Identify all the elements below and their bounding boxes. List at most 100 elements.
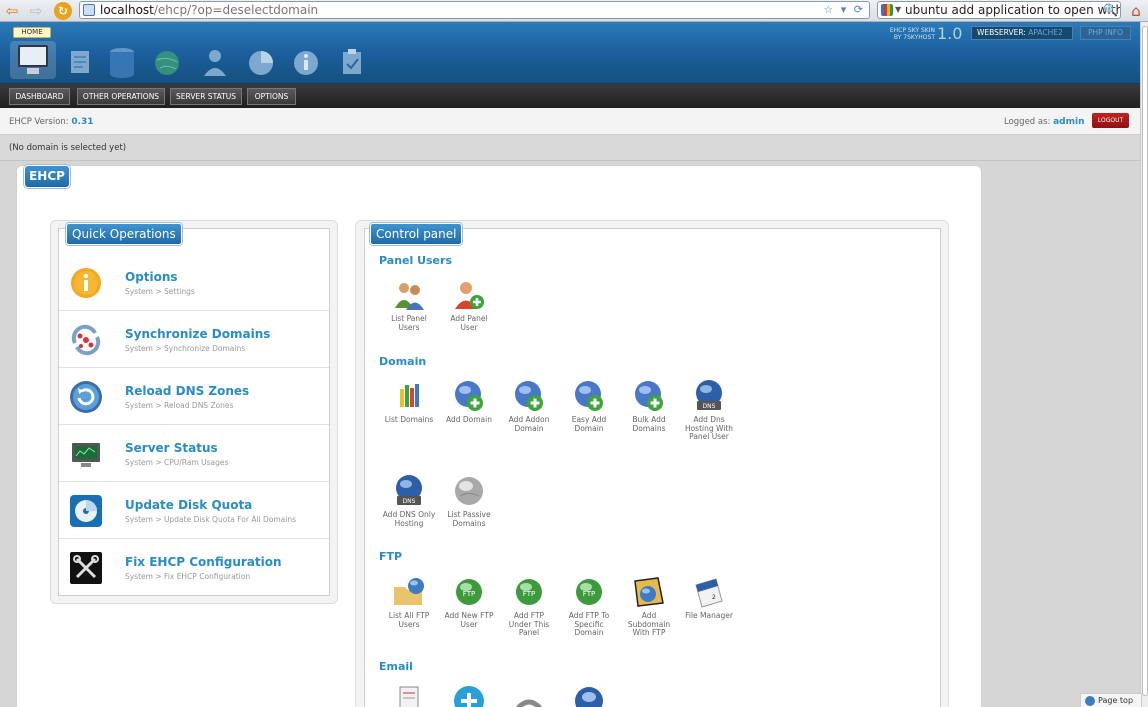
document-icon [399, 686, 419, 707]
quick-op-server-status[interactable]: Server Status System > CPU/Ram Usages [59, 425, 329, 482]
mail-user-icon [575, 687, 603, 707]
arrow-up-icon [1085, 696, 1095, 706]
easy-add-domain[interactable]: Easy Add Domain [559, 379, 619, 433]
forward-arrow-icon[interactable]: ⇨ [27, 2, 45, 20]
browser-toolbar: ⇦ ⇨ ↻ localhost/ehcp/?op=deselectdomain … [0, 0, 1148, 22]
menu-other-operations[interactable]: OTHER OPERATIONS [77, 88, 165, 105]
home-label: HOME [13, 27, 51, 38]
search-icon[interactable]: 🔍 [1103, 2, 1118, 18]
file-manager-icon: 2 [695, 578, 723, 608]
disk-icon [70, 495, 102, 527]
globe-add-icon [575, 381, 603, 411]
reload-icon [70, 381, 102, 413]
reload-icon[interactable]: ↻ [54, 2, 72, 20]
add-subdomain-with-ftp[interactable]: Add Subdomain With FTP [619, 575, 679, 638]
dns-globe-icon: DNS [696, 380, 722, 410]
email-item-4[interactable] [559, 684, 619, 707]
ftp-globe-icon: FTP [516, 579, 542, 605]
folder-globe-icon [634, 577, 664, 607]
php-info-button[interactable]: PHP INFO [1080, 26, 1131, 40]
grey-globe-icon [455, 477, 483, 505]
list-icon [400, 384, 419, 407]
email-item-1[interactable] [379, 684, 439, 707]
tools-icon [70, 552, 102, 584]
add-ftp-to-specific-domain[interactable]: FTP Add FTP To Specific Domain [559, 575, 619, 638]
database-icon[interactable] [107, 46, 137, 78]
webserver-badge: WEBSERVER: APACHE2 [971, 26, 1073, 40]
home-icon[interactable]: ⌂ [1127, 2, 1145, 20]
scrollbar[interactable] [1140, 22, 1148, 707]
app-header: HOME EHCP SKY SKIN BY 7SKYHOST 1.0 WEBSER… [0, 22, 1140, 84]
ftp-globe-icon: FTP [456, 579, 482, 605]
back-arrow-icon[interactable]: ⇦ [3, 2, 21, 20]
file-manager[interactable]: 2 File Manager [679, 575, 739, 621]
menu-server-status[interactable]: SERVER STATUS [170, 88, 242, 105]
add-dns-hosting-with-panel-user[interactable]: DNS Add Dns Hosting With Panel User [679, 379, 739, 442]
ftp-globe-icon: FTP [576, 579, 602, 605]
section-domain: Domain [379, 355, 427, 368]
globe-add-icon [515, 381, 543, 411]
search-text: ubuntu add application to open with menu [905, 3, 1121, 17]
svg-text:FTP: FTP [523, 590, 535, 598]
globe-add-icon [635, 381, 663, 411]
skin-credit: EHCP SKY SKIN BY 7SKYHOST [889, 27, 935, 41]
bookmark-star-icon[interactable]: ☆ ▾ ⟳ [823, 2, 865, 18]
skin-version: 1.0 [937, 24, 963, 43]
quick-op-synchronize-domains[interactable]: Synchronize Domains System > Synchronize… [59, 311, 329, 368]
user-icon[interactable] [200, 46, 230, 78]
folder-globe-icon [394, 578, 424, 605]
quick-op-update-disk-quota[interactable]: Update Disk Quota System > Update Disk Q… [59, 482, 329, 539]
info-icon[interactable] [291, 46, 321, 78]
favicon-icon [83, 4, 95, 16]
add-panel-user[interactable]: Add Panel User [439, 278, 499, 332]
globe-icon[interactable] [152, 46, 182, 78]
section-ftp: FTP [379, 550, 403, 563]
users-icon [395, 283, 424, 310]
email-item-2[interactable] [439, 684, 499, 707]
monitor-icon [18, 45, 48, 67]
chevron-down-icon[interactable]: ▼ [895, 2, 901, 18]
email-item-3[interactable] [499, 684, 559, 707]
address-bar[interactable]: localhost/ehcp/?op=deselectdomain ☆ ▾ ⟳ [79, 1, 870, 19]
quick-op-options[interactable]: Options System > Settings [59, 254, 329, 311]
quick-op-fix-ehcp-configuration[interactable]: Fix EHCP Configuration System > Fix EHCP… [59, 539, 329, 596]
pie-chart-icon[interactable] [246, 46, 276, 78]
document-icon[interactable] [65, 46, 95, 78]
info-icon [71, 268, 101, 298]
add-addon-domain[interactable]: Add Addon Domain [499, 379, 559, 433]
home-monitor-button[interactable] [10, 41, 56, 79]
link-icon [516, 699, 542, 707]
control-panel-title: Control panel [370, 223, 463, 245]
add-dns-only-hosting[interactable]: DNS Add DNS Only Hosting [379, 474, 439, 528]
url-path: /ehcp/?op=deselectdomain [153, 3, 319, 17]
domain-status: (No domain is selected yet) [0, 135, 1140, 161]
page-top-button[interactable]: Page top [1080, 693, 1142, 707]
svg-text:FTP: FTP [583, 590, 595, 598]
sync-icon [71, 324, 101, 356]
bulk-add-domains[interactable]: Bulk Add Domains [619, 379, 679, 433]
svg-text:DNS: DNS [403, 498, 416, 505]
add-domain[interactable]: Add Domain [439, 379, 499, 425]
list-passive-domains[interactable]: List Passive Domains [439, 474, 499, 528]
list-all-ftp-users[interactable]: List All FTP Users [379, 575, 439, 629]
main-menu: DASHBOARD OTHER OPERATIONS SERVER STATUS… [0, 84, 1140, 108]
info-bar: EHCP Version: 0.31 Logged as: admin LOGO… [0, 108, 1140, 135]
logout-button[interactable]: LOGOUT [1092, 113, 1129, 128]
plus-circle-icon [454, 686, 484, 707]
clipboard-icon[interactable] [337, 46, 367, 78]
list-domains[interactable]: List Domains [379, 379, 439, 425]
svg-text:2: 2 [712, 594, 716, 601]
list-panel-users[interactable]: List Panel Users [379, 278, 439, 332]
svg-text:FTP: FTP [463, 590, 475, 598]
svg-text:DNS: DNS [703, 403, 716, 410]
add-ftp-under-this-panel[interactable]: FTP Add FTP Under This Panel [499, 575, 559, 638]
google-icon [881, 4, 893, 16]
menu-dashboard[interactable]: DASHBOARD [9, 88, 70, 105]
search-input[interactable]: ▼ ubuntu add application to open with me… [877, 1, 1121, 19]
quick-op-reload-dns-zones[interactable]: Reload DNS Zones System > Reload DNS Zon… [59, 368, 329, 425]
globe-add-icon [455, 381, 483, 411]
add-new-ftp-user[interactable]: FTP Add New FTP User [439, 575, 499, 629]
dns-globe-icon: DNS [396, 475, 422, 505]
menu-options[interactable]: OPTIONS [247, 88, 296, 105]
ehcp-tab: EHCP [24, 165, 70, 188]
